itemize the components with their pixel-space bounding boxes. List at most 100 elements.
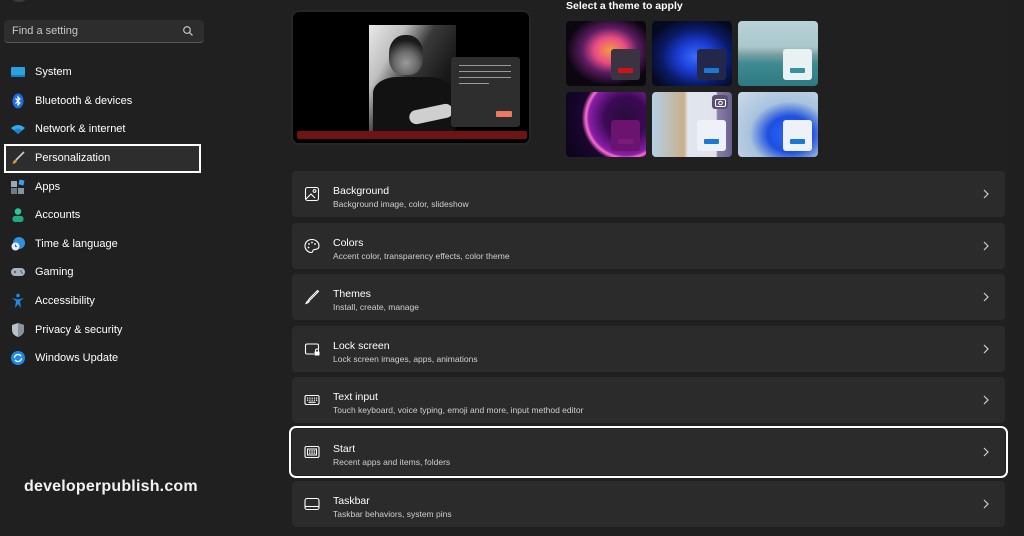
sidebar-item-personalization[interactable]: Personalization xyxy=(0,143,215,173)
sidebar-item-label: Gaming xyxy=(35,266,74,279)
shield-icon xyxy=(10,322,26,338)
preview-wallpaper-image xyxy=(369,25,456,131)
theme-accent-swatch xyxy=(618,139,633,144)
sidebar-item-accounts[interactable]: Accounts xyxy=(0,201,215,230)
card-subtitle: Lock screen images, apps, animations xyxy=(333,353,478,364)
theme-tile[interactable] xyxy=(652,21,732,86)
keyboard-icon xyxy=(304,395,320,406)
sidebar-item-apps[interactable]: Apps xyxy=(0,172,215,201)
chevron-right-icon xyxy=(983,189,989,199)
card-lock-screen[interactable]: Lock screen Lock screen images, apps, an… xyxy=(292,325,1005,372)
apps-icon xyxy=(10,179,26,195)
system-icon xyxy=(10,64,26,80)
sidebar-item-system[interactable]: System xyxy=(0,58,215,87)
card-subtitle: Install, create, manage xyxy=(333,302,419,313)
settings-list: Background Background image, color, slid… xyxy=(289,171,1008,532)
chevron-right-icon xyxy=(983,395,989,405)
card-subtitle: Background image, color, slideshow xyxy=(333,199,469,209)
theme-tile[interactable] xyxy=(738,92,818,157)
theme-mini-window xyxy=(783,49,812,80)
theme-mini-window xyxy=(611,49,640,80)
card-themes[interactable]: Themes Install, create, manage xyxy=(292,274,1005,321)
sidebar-item-label: Accessibility xyxy=(35,295,95,308)
sidebar-item-label: Bluetooth & devices xyxy=(35,94,133,107)
theme-tile[interactable] xyxy=(738,21,818,86)
taskbar-icon xyxy=(304,497,320,510)
theme-accent-swatch xyxy=(790,68,805,73)
sidebar-item-privacy-security[interactable]: Privacy & security xyxy=(0,315,215,344)
theme-accent-swatch xyxy=(790,139,805,144)
card-subtitle: Recent apps and items, folders xyxy=(333,456,451,467)
sidebar-item-time-language[interactable]: Time & language xyxy=(0,230,215,259)
sidebar-item-label: Privacy & security xyxy=(35,323,123,336)
wifi-icon xyxy=(10,121,26,137)
card-subtitle: Touch keyboard, voice typing, emoji and … xyxy=(333,405,584,416)
chevron-right-icon xyxy=(983,292,989,302)
pen-brush-icon xyxy=(305,289,320,305)
card-title: Lock screen xyxy=(333,339,390,352)
theme-preview xyxy=(291,10,531,145)
sidebar-item-label: Time & language xyxy=(35,237,118,250)
theme-tile[interactable] xyxy=(566,92,646,157)
sidebar-item-label: Windows Update xyxy=(35,352,119,365)
card-taskbar[interactable]: Taskbar Taskbar behaviors, system pins xyxy=(292,480,1005,527)
avatar[interactable] xyxy=(10,0,28,2)
sidebar-item-windows-update[interactable]: Windows Update xyxy=(0,344,215,373)
palette-icon xyxy=(304,238,320,253)
image-icon xyxy=(304,186,320,202)
watermark-text: developerpublish.com xyxy=(24,478,198,495)
card-text-input[interactable]: Text input Touch keyboard, voice typing,… xyxy=(292,377,1005,424)
theme-mini-window xyxy=(697,49,726,80)
theme-tile[interactable] xyxy=(652,92,732,157)
sidebar-nav: System Bluetooth & devices Network & int… xyxy=(0,58,215,373)
bluetooth-icon xyxy=(10,93,26,109)
sidebar: System Bluetooth & devices Network & int… xyxy=(0,0,215,536)
sidebar-item-label: Network & internet xyxy=(35,123,126,136)
sidebar-item-label: Personalization xyxy=(35,152,111,165)
camera-icon xyxy=(712,95,728,109)
theme-mini-window xyxy=(697,120,726,151)
chevron-right-icon xyxy=(983,499,989,508)
theme-tile[interactable] xyxy=(566,21,646,86)
card-title: Colors xyxy=(333,236,364,249)
chevron-right-icon xyxy=(983,241,989,251)
preview-taskbar xyxy=(297,131,527,139)
card-subtitle: Accent color, transparency effects, colo… xyxy=(333,250,510,261)
card-subtitle: Taskbar behaviors, system pins xyxy=(333,508,452,519)
sidebar-item-gaming[interactable]: Gaming xyxy=(0,258,215,287)
chevron-right-icon xyxy=(983,344,989,354)
card-title: Taskbar xyxy=(333,494,370,507)
brush-icon xyxy=(10,150,26,166)
sidebar-item-network[interactable]: Network & internet xyxy=(0,115,215,144)
theme-mini-window xyxy=(783,120,812,151)
card-title: Background xyxy=(333,185,390,197)
person-icon xyxy=(10,207,26,223)
sidebar-item-label: System xyxy=(35,66,72,79)
card-start[interactable]: Start Recent apps and items, folders xyxy=(289,425,1008,478)
accessibility-icon xyxy=(10,293,26,309)
search-box[interactable] xyxy=(4,20,204,43)
search-input[interactable] xyxy=(12,25,177,37)
sidebar-item-accessibility[interactable]: Accessibility xyxy=(0,287,215,316)
chevron-right-icon xyxy=(983,447,989,457)
card-title: Start xyxy=(333,442,356,455)
update-icon xyxy=(10,350,26,366)
theme-mini-window xyxy=(611,120,640,151)
card-colors[interactable]: Colors Accent color, transparency effect… xyxy=(292,222,1005,269)
card-title: Themes xyxy=(333,288,371,301)
card-background[interactable]: Background Background image, color, slid… xyxy=(292,171,1005,217)
gamepad-icon xyxy=(10,264,26,280)
themes-heading: Select a theme to apply xyxy=(566,0,683,12)
scrollbar-track[interactable] xyxy=(1008,0,1024,536)
preview-window xyxy=(451,57,520,127)
theme-grid xyxy=(566,21,818,157)
card-title: Text input xyxy=(333,391,378,404)
sidebar-item-label: Accounts xyxy=(35,209,81,222)
sidebar-item-label: Apps xyxy=(35,180,61,193)
sidebar-item-bluetooth[interactable]: Bluetooth & devices xyxy=(0,87,215,116)
search-icon[interactable] xyxy=(182,25,194,37)
theme-accent-swatch xyxy=(618,68,633,73)
clock-globe-icon xyxy=(10,236,26,252)
theme-accent-swatch xyxy=(704,139,719,144)
start-icon xyxy=(304,445,320,459)
